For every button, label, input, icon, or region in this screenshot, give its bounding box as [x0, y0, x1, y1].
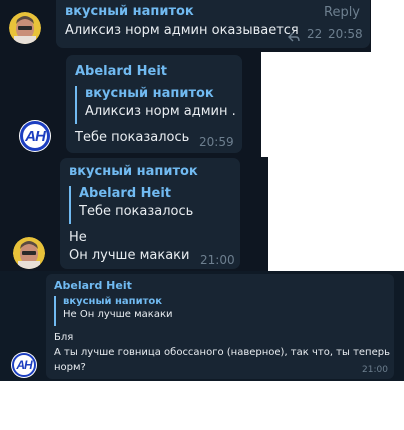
user-photo-icon [13, 237, 45, 269]
avatar-initials: AH [16, 358, 32, 372]
quote-text: Не Он лучше макаки [63, 309, 173, 320]
reply-quote[interactable]: Abelard Heit Тебе показалось [69, 186, 233, 224]
message-text-line: А ты лучше говница обоссаного (наверное)… [54, 347, 390, 358]
avatar-initials: AH [25, 127, 46, 145]
reply-action[interactable]: Reply [324, 5, 360, 20]
message-time: 21:00 [362, 365, 388, 375]
message-bubble[interactable]: Abelard Heit вкусный напиток Не Он лучше… [46, 274, 394, 379]
sender-name[interactable]: Abelard Heit [54, 279, 132, 292]
reply-count: 22 [307, 27, 323, 41]
avatar-logo: AH [11, 352, 37, 378]
quote-text: Тебе показалось [79, 204, 194, 219]
sender-name[interactable]: Abelard Heit [75, 64, 167, 79]
message-time: 21:00 [200, 253, 235, 267]
reply-quote[interactable]: вкусный напиток Не Он лучше макаки [54, 296, 384, 326]
avatar[interactable] [13, 237, 45, 269]
avatar[interactable]: AH [11, 352, 37, 378]
message-bubble[interactable]: вкусный напиток Abelard Heit Тебе показа… [60, 158, 240, 269]
quote-author: Abelard Heit [79, 186, 172, 201]
quote-author: вкусный напиток [85, 86, 214, 101]
message-text: Аликсиз норм админ оказывается [65, 23, 299, 38]
message-time: 20:58 [328, 27, 363, 41]
message-text-line: норм? [54, 362, 86, 373]
message-bubble[interactable]: вкусный напиток Аликсиз норм админ оказы… [56, 0, 370, 48]
reply-quote[interactable]: вкусный напиток Аликсиз норм админ ... [75, 86, 235, 124]
message-text: Тебе показалось [75, 130, 190, 145]
avatar[interactable] [9, 12, 41, 44]
message-text-line: Он лучше макаки [69, 248, 190, 263]
message-bubble[interactable]: Abelard Heit вкусный напиток Аликсиз нор… [66, 55, 242, 153]
sender-name[interactable]: вкусный напиток [65, 4, 194, 19]
quote-text: Аликсиз норм админ ... [85, 104, 235, 119]
message-text-line: Не [69, 230, 87, 245]
message-text-line: Бля [54, 332, 74, 343]
quote-author: вкусный напиток [63, 296, 163, 307]
avatar-logo: AH [19, 120, 51, 152]
avatar[interactable]: AH [19, 120, 51, 152]
user-photo-icon [9, 12, 41, 44]
message-time: 20:59 [199, 135, 234, 149]
sender-name[interactable]: вкусный напиток [69, 164, 198, 179]
reply-arrow-icon [288, 27, 300, 46]
